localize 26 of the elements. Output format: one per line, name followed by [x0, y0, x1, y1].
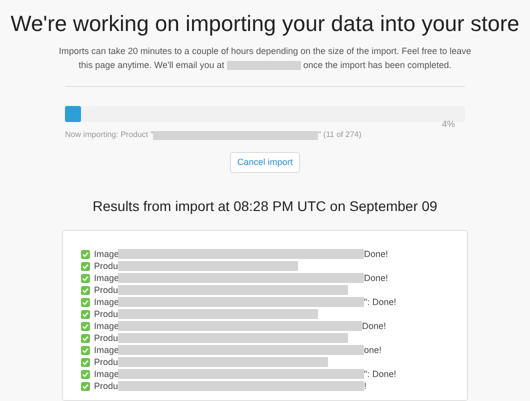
log-label: Image	[94, 320, 118, 332]
log-result: !	[364, 380, 367, 392]
progress-percent: 4%	[442, 119, 455, 129]
log-label: Produ	[94, 284, 118, 296]
log-label: Produ	[94, 260, 118, 272]
log-label: Produ	[94, 356, 118, 368]
log-label: Produ	[94, 308, 118, 320]
log-label: Image	[94, 296, 118, 308]
log-result: Done!	[364, 248, 388, 260]
log-label: Image	[94, 368, 118, 380]
import-status: Now importing: Product "	[65, 130, 154, 140]
log-label: Produ	[94, 332, 118, 344]
cancel-import-button[interactable]: Cancel import	[230, 152, 300, 173]
log-label: Image	[94, 272, 118, 284]
log-result: Done!	[364, 272, 388, 284]
page-title: We're working on importing your data into your store	[10, 10, 520, 38]
log-result: one!	[364, 344, 382, 356]
log-label: Produ	[94, 380, 118, 392]
log-result: ": Done!	[364, 296, 396, 308]
results-heading: Results from import at 08:28 PM UTC on September 09	[92, 197, 438, 215]
log-result: ": Done!	[364, 368, 396, 380]
log-label: Image	[94, 344, 118, 356]
log-result: Done!	[362, 320, 386, 332]
intro-text: Imports can take 20 minutes to a couple of hours depending on the size of the import. Feel free to leave this page anytime. We'll email you at once the import has been completed.	[58, 45, 472, 72]
import-count: " (11 of 274)	[318, 130, 362, 140]
log-label: Image	[94, 248, 118, 260]
